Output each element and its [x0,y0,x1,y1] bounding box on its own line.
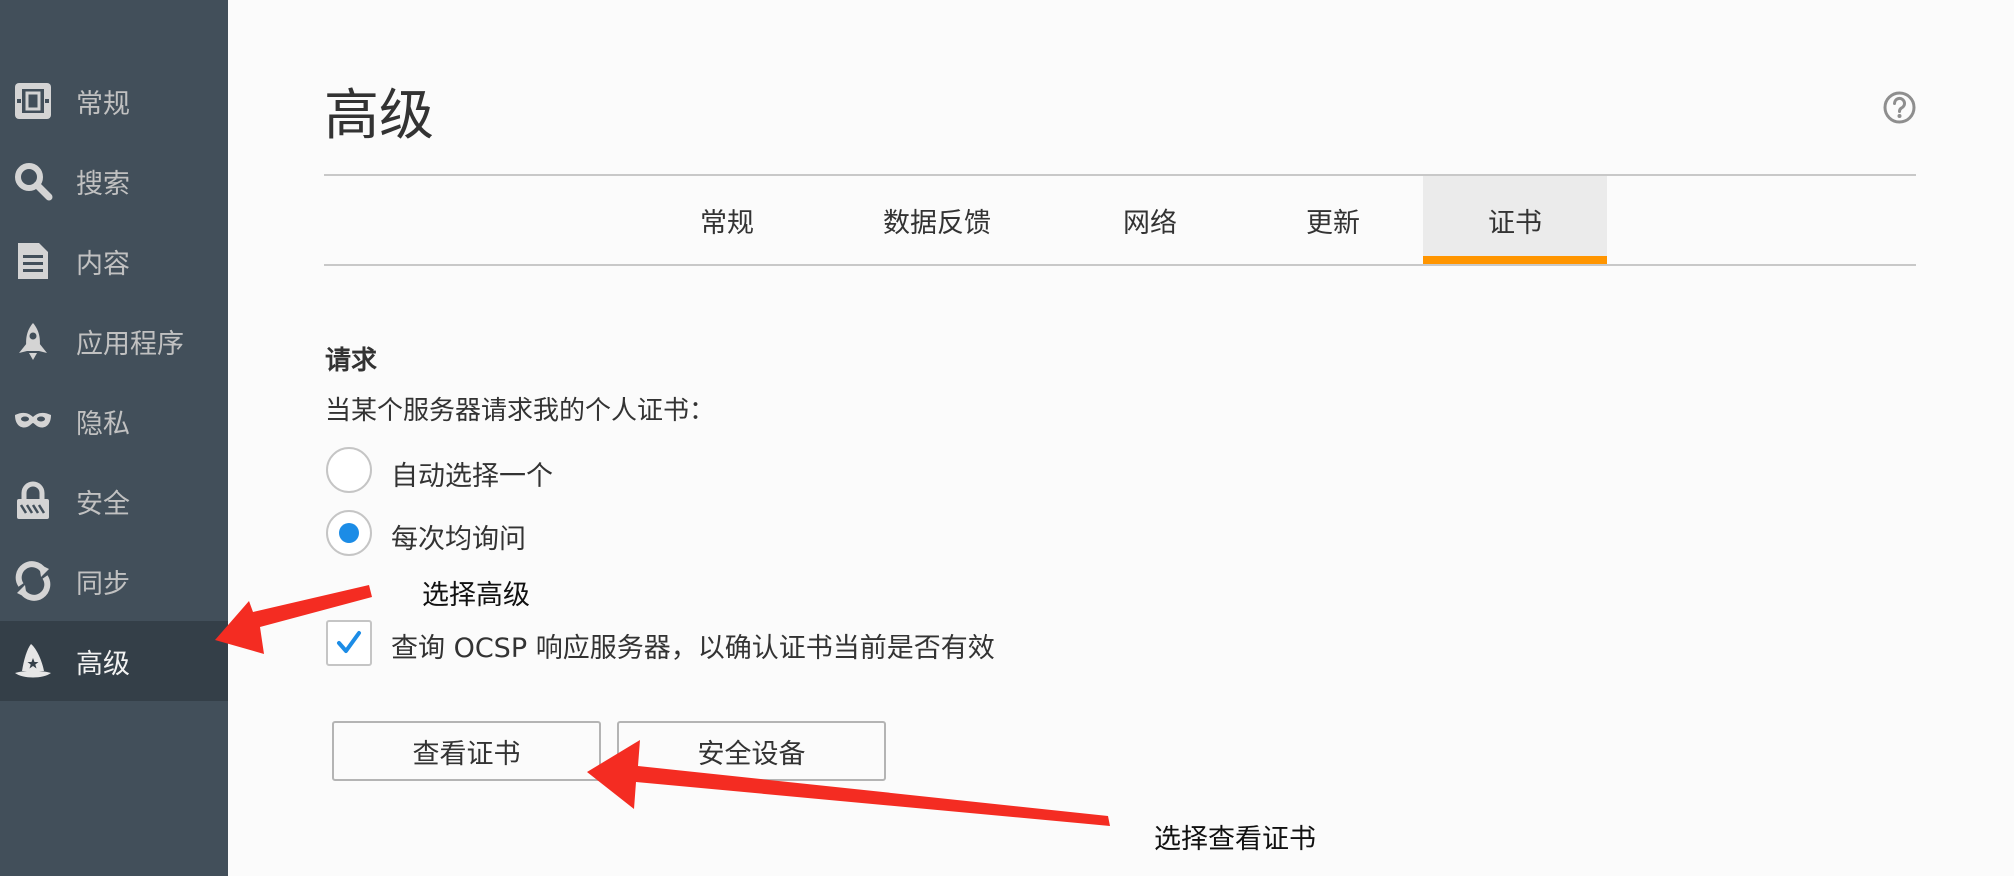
tab-update[interactable]: 更新 [1278,176,1388,264]
radio-ask-every-time-label[interactable]: 每次均询问 [391,517,526,556]
section-description: 当某个服务器请求我的个人证书： [325,396,716,426]
sidebar-item-general[interactable]: 常规 [0,61,228,141]
sidebar-item-label: 应用程序 [76,328,184,360]
radio-ask-every-time[interactable] [326,510,372,556]
sidebar-item-privacy[interactable]: 隐私 [0,381,228,461]
tab-data-choices[interactable]: 数据反馈 [862,176,1012,264]
sidebar-item-search[interactable]: 搜索 [0,141,228,221]
sidebar-item-content[interactable]: 内容 [0,221,228,301]
lock-icon [12,480,54,522]
general-icon [12,80,54,122]
page-title: 高级 [324,83,435,147]
wizard-hat-icon [12,640,54,682]
sidebar-item-label: 安全 [76,488,130,520]
ocsp-checkbox-label[interactable]: 查询 OCSP 响应服务器，以确认证书当前是否有效 [391,626,995,665]
annotation-select-advanced: 选择高级 [422,580,530,611]
sidebar-item-label: 隐私 [76,408,130,440]
rocket-icon [12,320,54,362]
tabs-bottom-divider [324,264,1916,266]
search-icon [12,160,54,202]
sidebar-item-label: 内容 [76,248,130,280]
radio-auto-select[interactable] [326,447,372,493]
ocsp-checkbox[interactable] [326,620,372,666]
tab-network[interactable]: 网络 [1095,176,1205,264]
sidebar-item-label: 高级 [76,648,130,680]
view-certificates-button[interactable]: 查看证书 [332,721,601,781]
annotation-arrows [215,585,1110,826]
mask-icon [12,400,54,442]
section-title: 请求 [325,346,378,376]
sidebar: 常规 搜索 内容 应用程序 隐私 安全 同步 高级 [0,0,228,876]
tab-general[interactable]: 常规 [672,176,782,264]
sync-icon [12,560,54,602]
sidebar-item-sync[interactable]: 同步 [0,541,228,621]
radio-auto-select-label[interactable]: 自动选择一个 [391,454,553,493]
sidebar-item-label: 搜索 [76,168,130,200]
sidebar-item-label: 同步 [76,568,130,600]
security-devices-button[interactable]: 安全设备 [617,721,886,781]
sidebar-item-security[interactable]: 安全 [0,461,228,541]
tab-certificates[interactable]: 证书 [1423,176,1607,264]
checkmark-icon [337,631,361,653]
help-icon[interactable] [1883,91,1916,124]
document-icon [12,240,54,282]
annotation-select-view-certificates: 选择查看证书 [1154,824,1316,855]
sidebar-item-advanced[interactable]: 高级 [0,621,228,701]
sidebar-item-label: 常规 [76,88,130,120]
sidebar-item-applications[interactable]: 应用程序 [0,301,228,381]
